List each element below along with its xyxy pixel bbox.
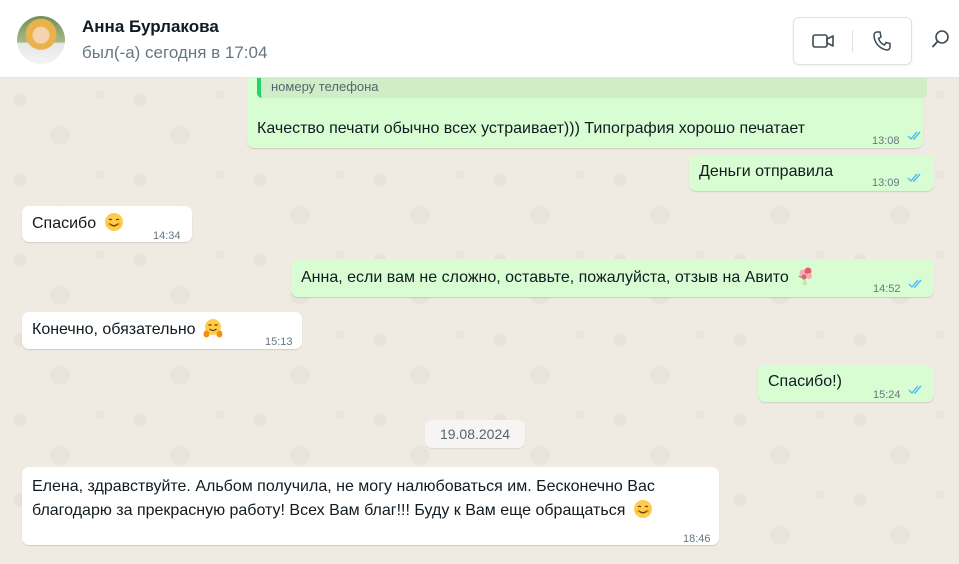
incoming-message[interactable]: Елена, здравствуйте. Альбом получила, не…: [22, 467, 719, 545]
message-text: Деньги отправила: [699, 163, 834, 180]
date-separator: 19.08.2024: [425, 420, 525, 448]
search-icon: [932, 30, 949, 48]
incoming-message[interactable]: Спасибо 14:34: [22, 206, 192, 242]
video-call-button[interactable]: [794, 18, 852, 64]
read-ticks-icon: [907, 131, 921, 141]
message-text-line1: Елена, здравствуйте. Альбом получила, не…: [32, 478, 655, 495]
outgoing-message[interactable]: Анна, если вам не сложно, оставьте, пожа…: [291, 259, 934, 297]
flower-bouquet-icon: [798, 267, 813, 286]
message-text: Спасибо: [32, 212, 124, 236]
chat-header: Анна Бурлакова был(-а) сегодня в 17:04: [0, 0, 959, 78]
search-button[interactable]: [926, 24, 956, 54]
voice-call-button[interactable]: [853, 18, 911, 64]
phone-icon: [873, 31, 891, 51]
message-text: Конечно, обязательно: [32, 318, 223, 342]
outgoing-message[interactable]: Спасибо!) 15:24: [758, 365, 934, 402]
last-seen-status: был(-а) сегодня в 17:04: [82, 43, 268, 62]
message-text: Анна, если вам не сложно, оставьте, пожа…: [301, 266, 816, 290]
hugging-face-icon: [203, 319, 223, 338]
message-time: 18:46: [683, 533, 711, 545]
message-text: Спасибо!): [768, 373, 842, 390]
message-time: 15:24: [873, 389, 901, 401]
message-time: 13:09: [872, 177, 900, 189]
quoted-text: номеру телефона: [271, 79, 379, 94]
message-text-content: Конечно, обязательно: [32, 321, 196, 338]
message-time: 13:08: [872, 135, 900, 147]
read-ticks-icon: [907, 173, 921, 183]
call-button-group: [793, 17, 912, 65]
message-text-content: Спасибо: [32, 215, 97, 232]
read-ticks-icon: [908, 279, 922, 289]
message-text: Качество печати обычно всех устраивает))…: [257, 120, 806, 137]
contact-name[interactable]: Анна Бурлакова: [82, 17, 219, 37]
message-text-content: Анна, если вам не сложно, оставьте, пожа…: [301, 269, 789, 286]
message-time: 15:13: [265, 336, 293, 348]
message-time: 14:52: [873, 283, 901, 295]
message-text-line2: благодарю за прекрасную работу! Всех Вам…: [32, 499, 653, 523]
read-ticks-icon: [908, 385, 922, 395]
message-text-content: благодарю за прекрасную работу! Всех Вам…: [32, 502, 626, 519]
message-time: 14:34: [153, 230, 181, 242]
smiling-face-icon: [633, 500, 652, 519]
avatar[interactable]: [17, 16, 65, 64]
smiling-face-icon: [104, 213, 123, 232]
outgoing-message[interactable]: номеру телефона Качество печати обычно в…: [247, 70, 927, 148]
video-camera-icon: [812, 34, 834, 48]
incoming-message[interactable]: Конечно, обязательно 15:13: [22, 312, 302, 349]
outgoing-message[interactable]: Деньги отправила 13:09: [689, 155, 934, 191]
